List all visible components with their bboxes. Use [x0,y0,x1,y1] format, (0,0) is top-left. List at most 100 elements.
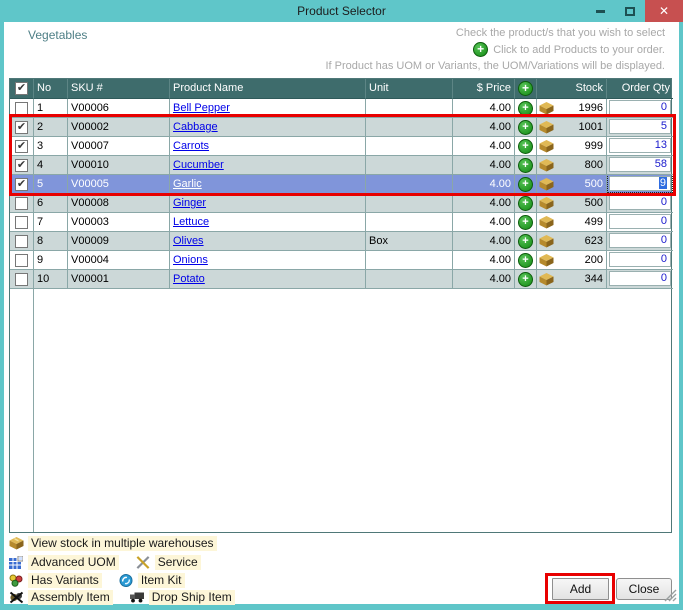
product-name-link[interactable]: Olives [173,235,204,247]
row-checkbox[interactable] [15,102,28,115]
order-qty-input[interactable]: 0 [609,233,671,248]
add-product-row-button[interactable]: + [518,101,533,116]
row-number: 3 [34,137,68,156]
add-product-row-button[interactable]: + [518,253,533,268]
close-window-button[interactable]: ✕ [645,0,683,22]
order-qty-input[interactable]: 0 [609,100,671,115]
row-number: 2 [34,118,68,137]
col-header-sku: SKU # [68,79,170,99]
product-name-link[interactable]: Garlic [173,178,202,190]
row-stock: 800 [556,156,603,174]
close-icon: ✕ [659,4,669,18]
row-stock: 623 [556,232,603,250]
row-number: 8 [34,232,68,251]
table-row: 4 V00010 Cucumber 4.00 + 800 58 [10,156,671,175]
product-name-link[interactable]: Onions [173,254,208,266]
add-product-row-button[interactable]: + [518,234,533,249]
row-number: 10 [34,270,68,289]
hint-select-text: Check the product/s that you wish to sel… [456,27,665,39]
order-qty-input[interactable]: 5 [609,119,671,134]
assembly-item-icon [8,590,24,604]
row-stock: 500 [556,175,603,193]
warehouse-box-icon[interactable] [539,102,554,115]
maximize-button[interactable] [615,0,645,22]
dialog-content: Vegetables Check the product/s that you … [4,22,679,604]
table-row: 7 V00003 Lettuce 4.00 + 499 0 [10,213,671,232]
add-product-row-button[interactable]: + [518,177,533,192]
row-price: 4.00 [453,251,515,270]
row-checkbox[interactable] [15,140,28,153]
warehouse-box-icon[interactable] [539,159,554,172]
add-product-row-button[interactable]: + [518,139,533,154]
product-name-link[interactable]: Bell Pepper [173,102,230,114]
product-table: No SKU # Product Name Unit $ Price + Sto… [9,78,672,533]
warehouse-box-icon[interactable] [539,216,554,229]
row-checkbox[interactable] [15,159,28,172]
warehouse-box-icon[interactable] [539,235,554,248]
add-product-row-button[interactable]: + [518,120,533,135]
product-name-link[interactable]: Ginger [173,197,206,209]
row-price: 4.00 [453,213,515,232]
row-sku: V00003 [68,213,170,232]
row-checkbox[interactable] [15,273,28,286]
warehouse-box-icon [8,536,24,550]
row-sku: V00009 [68,232,170,251]
product-name-link[interactable]: Carrots [173,140,209,152]
order-qty-input[interactable]: 0 [609,252,671,267]
row-number: 9 [34,251,68,270]
add-product-row-button[interactable]: + [518,196,533,211]
warehouse-box-icon[interactable] [539,178,554,191]
order-qty-input[interactable]: 9 [609,176,671,191]
row-stock: 500 [556,194,603,212]
row-price: 4.00 [453,175,515,194]
table-row: 8 V00009 Olives Box 4.00 + 623 0 [10,232,671,251]
legend-advanced-uom: Advanced UOM [8,555,119,570]
table-row: 10 V00001 Potato 4.00 + 344 0 [10,270,671,289]
order-qty-input[interactable]: 0 [609,271,671,286]
product-selector-window: Product Selector ✕ Vegetables Check the … [0,0,683,610]
row-checkbox[interactable] [15,235,28,248]
row-stock: 200 [556,251,603,269]
has-variants-icon [8,573,24,587]
product-name-link[interactable]: Cabbage [173,121,218,133]
add-product-row-button[interactable]: + [518,158,533,173]
select-all-checkbox[interactable] [15,82,28,95]
row-stock: 1001 [556,118,603,136]
product-name-link[interactable]: Potato [173,273,205,285]
legend-view-stock: View stock in multiple warehouses [8,536,217,551]
minimize-button[interactable] [585,0,615,22]
table-row: 1 V00006 Bell Pepper 4.00 + 1996 0 [10,99,671,118]
product-name-link[interactable]: Cucumber [173,159,224,171]
product-name-link[interactable]: Lettuce [173,216,209,228]
row-unit [366,270,453,289]
warehouse-box-icon[interactable] [539,121,554,134]
drop-ship-truck-icon [129,590,145,604]
row-checkbox[interactable] [15,254,28,267]
order-qty-input[interactable]: 0 [609,214,671,229]
row-price: 4.00 [453,99,515,118]
order-qty-input[interactable]: 0 [609,195,671,210]
warehouse-box-icon[interactable] [539,273,554,286]
add-button[interactable]: Add [552,578,609,600]
warehouse-box-icon[interactable] [539,254,554,267]
add-product-row-button[interactable]: + [518,272,533,287]
add-product-row-button[interactable]: + [518,215,533,230]
row-price: 4.00 [453,270,515,289]
resize-grip[interactable] [664,589,678,603]
warehouse-box-icon[interactable] [539,140,554,153]
row-checkbox[interactable] [15,178,28,191]
order-qty-input[interactable]: 13 [609,138,671,153]
row-checkbox[interactable] [15,197,28,210]
table-row: 9 V00004 Onions 4.00 + 200 0 [10,251,671,270]
add-plus-icon: + [473,42,488,57]
col-header-name: Product Name [170,79,366,99]
warehouse-box-icon[interactable] [539,197,554,210]
row-checkbox[interactable] [15,216,28,229]
col-header-stock: Stock [537,79,607,99]
titlebar: Product Selector ✕ [0,0,683,22]
row-sku: V00002 [68,118,170,137]
row-stock: 999 [556,137,603,155]
table-row: 2 V00002 Cabbage 4.00 + 1001 5 [10,118,671,137]
order-qty-input[interactable]: 58 [609,157,671,172]
row-checkbox[interactable] [15,121,28,134]
